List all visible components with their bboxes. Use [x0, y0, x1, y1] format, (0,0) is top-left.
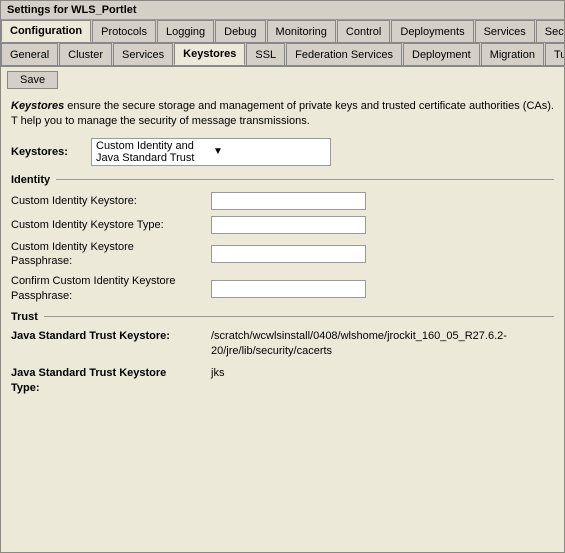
description-rest: ensure the secure storage and management…: [11, 100, 554, 127]
trust-keystore-type-label: Java Standard Trust KeystoreType:: [11, 366, 211, 397]
trust-keystore-value: /scratch/wcwlsinstall/0408/wlshome/jrock…: [211, 329, 554, 360]
identity-divider: Identity: [11, 174, 554, 186]
field-row-confirm-passphrase: Confirm Custom Identity KeystorePassphra…: [11, 274, 554, 303]
tab-debug[interactable]: Debug: [215, 20, 265, 42]
tab-configuration-label: Configuration: [10, 25, 82, 37]
tab-control-label: Control: [346, 26, 381, 38]
field-label-identity-keystore: Custom Identity Keystore:: [11, 194, 211, 208]
identity-divider-line: [56, 179, 554, 180]
tab-debug-label: Debug: [224, 26, 256, 38]
tab-cluster-label: Cluster: [68, 49, 103, 61]
tab-security-label: Securit...: [545, 26, 564, 38]
tab-migration[interactable]: Migration: [481, 43, 544, 65]
trust-keystore-label: Java Standard Trust Keystore:: [11, 329, 211, 344]
tab-monitoring-label: Monitoring: [276, 26, 327, 38]
tab-configuration[interactable]: Configuration: [1, 20, 91, 42]
keystores-row: Keystores: Custom Identity and Java Stan…: [11, 138, 554, 166]
tab-services-1-label: Services: [484, 26, 526, 38]
trust-section-label: Trust: [11, 311, 38, 323]
tab-control[interactable]: Control: [337, 20, 390, 42]
tab-cluster[interactable]: Cluster: [59, 43, 112, 65]
field-input-confirm-passphrase[interactable]: [211, 280, 366, 298]
tab-deployments-label: Deployments: [400, 26, 464, 38]
tab-federation-services-label: Federation Services: [295, 49, 393, 61]
tab-protocols[interactable]: Protocols: [92, 20, 156, 42]
tab-federation-services[interactable]: Federation Services: [286, 43, 402, 65]
tab-services-1[interactable]: Services: [475, 20, 535, 42]
save-button[interactable]: Save: [7, 71, 58, 89]
tab-deployments[interactable]: Deployments: [391, 20, 473, 42]
tab-deployment-label: Deployment: [412, 49, 471, 61]
field-input-identity-passphrase[interactable]: [211, 245, 366, 263]
trust-divider-line: [44, 316, 554, 317]
content-area: Keystores ensure the secure storage and …: [1, 93, 564, 552]
description-italic: Keystores: [11, 100, 64, 112]
tab-tuning[interactable]: Tuning...: [545, 43, 564, 65]
tab-services-2[interactable]: Services: [113, 43, 173, 65]
description-text: Keystores ensure the secure storage and …: [11, 99, 554, 130]
identity-section-label: Identity: [11, 174, 50, 186]
field-row-identity-type: Custom Identity Keystore Type:: [11, 216, 554, 234]
tab-logging[interactable]: Logging: [157, 20, 214, 42]
field-row-identity-keystore: Custom Identity Keystore:: [11, 192, 554, 210]
field-label-identity-passphrase: Custom Identity KeystorePassphrase:: [11, 240, 211, 269]
tab-row-1: Configuration Protocols Logging Debug Mo…: [1, 20, 564, 43]
tab-general[interactable]: General: [1, 43, 58, 65]
field-input-identity-type[interactable]: [211, 216, 366, 234]
tab-general-label: General: [10, 49, 49, 61]
tab-row-2: General Cluster Services Keystores SSL F…: [1, 43, 564, 67]
trust-divider: Trust: [11, 311, 554, 323]
main-window: Settings for WLS_Portlet Configuration P…: [0, 0, 565, 553]
trust-keystore-type-value: jks: [211, 366, 554, 381]
tab-monitoring[interactable]: Monitoring: [267, 20, 336, 42]
tab-security[interactable]: Securit...: [536, 20, 564, 42]
dropdown-arrow-icon: ▼: [213, 146, 326, 157]
field-label-identity-type: Custom Identity Keystore Type:: [11, 218, 211, 232]
field-row-identity-passphrase: Custom Identity KeystorePassphrase:: [11, 240, 554, 269]
keystores-select[interactable]: Custom Identity and Java Standard Trust …: [91, 138, 331, 166]
trust-keystore-row: Java Standard Trust Keystore: /scratch/w…: [11, 329, 554, 360]
tab-ssl[interactable]: SSL: [246, 43, 285, 65]
tab-migration-label: Migration: [490, 49, 535, 61]
trust-keystore-type-row: Java Standard Trust KeystoreType: jks: [11, 366, 554, 397]
tab-keystores[interactable]: Keystores: [174, 43, 245, 65]
keystores-select-value: Custom Identity and Java Standard Trust: [96, 140, 209, 164]
tab-deployment[interactable]: Deployment: [403, 43, 480, 65]
tab-logging-label: Logging: [166, 26, 205, 38]
save-row: Save: [1, 67, 564, 93]
tab-keystores-label: Keystores: [183, 48, 236, 60]
title-bar: Settings for WLS_Portlet: [1, 1, 564, 20]
tab-ssl-label: SSL: [255, 49, 276, 61]
keystores-label: Keystores:: [11, 146, 91, 158]
tab-services-2-label: Services: [122, 49, 164, 61]
window-title: Settings for WLS_Portlet: [7, 4, 137, 16]
tab-protocols-label: Protocols: [101, 26, 147, 38]
field-input-identity-keystore[interactable]: [211, 192, 366, 210]
field-label-confirm-passphrase: Confirm Custom Identity KeystorePassphra…: [11, 274, 211, 303]
tab-tuning-label: Tuning...: [554, 49, 564, 61]
